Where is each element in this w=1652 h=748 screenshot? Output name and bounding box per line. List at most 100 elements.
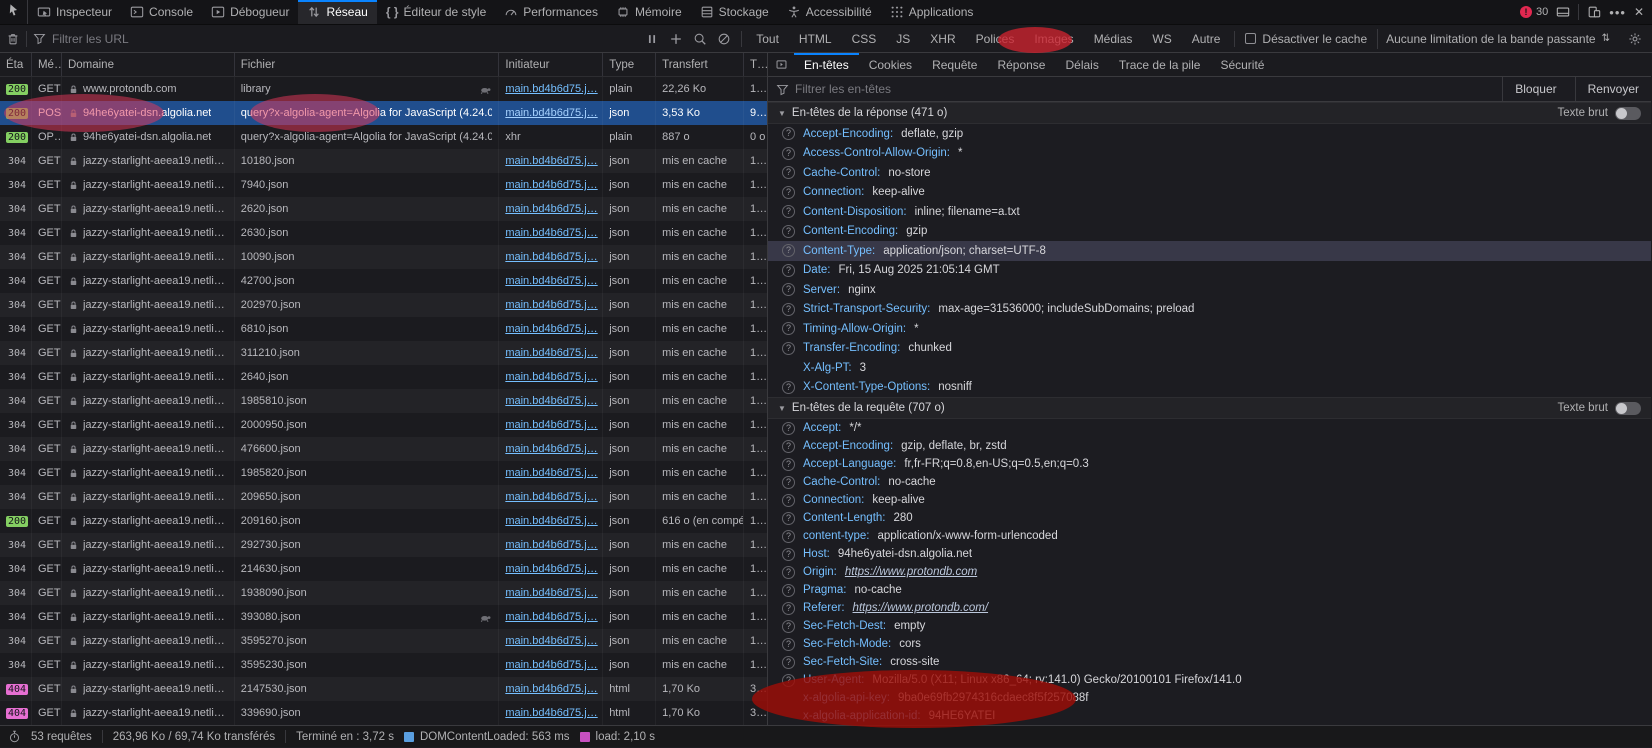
header-row-timing-allow-origin[interactable]: ? Timing-Allow-Origin: * (768, 319, 1651, 339)
sidebar-toggle-icon[interactable] (768, 53, 794, 76)
initiator-link[interactable]: main.bd4b6d75.j… (505, 587, 597, 599)
header-row-sec-fetch-site[interactable]: ? Sec-Fetch-Site: cross-site (768, 653, 1651, 671)
initiator-link[interactable]: main.bd4b6d75.j… (505, 371, 597, 383)
request-row[interactable]: 304 GET jazzy-starlight-aeea19.netli… 26… (0, 365, 767, 389)
question-mark-icon[interactable]: ? (782, 322, 795, 335)
header-row-x-algolia-application-id[interactable]: x-algolia-application-id: 94HE6YATEI (768, 707, 1651, 725)
header-row-server[interactable]: ? Server: nginx (768, 280, 1651, 300)
details-tab-requete[interactable]: Requête (922, 53, 987, 76)
details-tab-cookies[interactable]: Cookies (859, 53, 922, 76)
request-row[interactable]: 304 GET jazzy-starlight-aeea19.netli… 26… (0, 197, 767, 221)
initiator-link[interactable]: main.bd4b6d75.j… (505, 467, 597, 479)
initiator-link[interactable]: main.bd4b6d75.j… (505, 155, 597, 167)
question-mark-icon[interactable]: ? (782, 440, 795, 453)
initiator-link[interactable]: main.bd4b6d75.j… (505, 659, 597, 671)
request-row[interactable]: 304 GET jazzy-starlight-aeea19.netli… 10… (0, 245, 767, 269)
request-row[interactable]: 304 GET jazzy-starlight-aeea19.netli… 79… (0, 173, 767, 197)
request-row[interactable]: 304 GET jazzy-starlight-aeea19.netli… 19… (0, 581, 767, 605)
tool-tab-editeur-de-style[interactable]: { } Éditeur de style (377, 0, 495, 24)
request-row[interactable]: 304 GET jazzy-starlight-aeea19.netli… 31… (0, 341, 767, 365)
request-row[interactable]: 304 GET jazzy-starlight-aeea19.netli… 21… (0, 557, 767, 581)
request-row[interactable]: 304 GET jazzy-starlight-aeea19.netli… 19… (0, 461, 767, 485)
clear-requests-icon[interactable] (6, 32, 20, 46)
close-devtools-icon[interactable]: ✕ (1634, 5, 1644, 19)
type-filter-polices[interactable]: Polices (972, 30, 1019, 48)
type-filter-ws[interactable]: WS (1148, 30, 1175, 48)
details-tab-trace-de-la-pile[interactable]: Trace de la pile (1109, 53, 1211, 76)
initiator-link[interactable]: main.bd4b6d75.j… (505, 395, 597, 407)
throttling-select[interactable]: Aucune limitation de la bande passante ⇅ (1377, 29, 1618, 49)
tool-tab-inspecteur[interactable]: Inspecteur (28, 0, 121, 24)
request-row[interactable]: 304 GET jazzy-starlight-aeea19.netli… 35… (0, 653, 767, 677)
question-mark-icon[interactable]: ? (782, 602, 795, 615)
request-headers-section-header[interactable]: ▼ En-têtes de la requête (707 o) Texte b… (768, 397, 1651, 419)
initiator-link[interactable]: main.bd4b6d75.j… (505, 275, 597, 287)
initiator-link[interactable]: main.bd4b6d75.j… (505, 611, 597, 623)
header-value[interactable]: https://www.protondb.com/ (853, 602, 989, 614)
header-row-x-algolia-api-key[interactable]: x-algolia-api-key: 9ba0e69fb2974316cdaec… (768, 689, 1651, 707)
request-row[interactable]: 304 GET jazzy-starlight-aeea19.netli… 42… (0, 269, 767, 293)
question-mark-icon[interactable]: ? (782, 225, 795, 238)
header-row-content-encoding[interactable]: ? Content-Encoding: gzip (768, 222, 1651, 242)
details-tab-delais[interactable]: Délais (1055, 53, 1108, 76)
question-mark-icon[interactable]: ? (782, 147, 795, 160)
header-row-content-type[interactable]: ? content-type: application/x-www-form-u… (768, 527, 1651, 545)
header-row-cache-control[interactable]: ? Cache-Control: no-store (768, 163, 1651, 183)
pause-traffic-icon[interactable] (645, 32, 659, 46)
headers-filter-input[interactable] (795, 82, 1496, 96)
header-row-host[interactable]: ? Host: 94he6yatei-dsn.algolia.net (768, 545, 1651, 563)
question-mark-icon[interactable]: ? (782, 244, 795, 257)
header-row-referer[interactable]: ? Referer: https://www.protondb.com/ (768, 599, 1651, 617)
question-mark-icon[interactable]: ? (782, 656, 795, 669)
question-mark-icon[interactable]: ? (782, 205, 795, 218)
tool-tab-console[interactable]: Console (121, 0, 202, 24)
request-row[interactable]: 304 GET jazzy-starlight-aeea19.netli… 68… (0, 317, 767, 341)
request-row[interactable]: 200 GET www.protondb.com library main.bd… (0, 77, 767, 101)
initiator-link[interactable]: main.bd4b6d75.j… (505, 515, 597, 527)
question-mark-icon[interactable]: ? (782, 512, 795, 525)
question-mark-icon[interactable]: ? (782, 342, 795, 355)
question-mark-icon[interactable]: ? (782, 476, 795, 489)
header-row-x-alg-pt[interactable]: X-Alg-PT: 3 (768, 358, 1651, 378)
column-header-0[interactable]: Éta (0, 53, 32, 76)
response-headers-section-header[interactable]: ▼ En-têtes de la réponse (471 o) Texte b… (768, 102, 1651, 124)
header-row-cache-control[interactable]: ? Cache-Control: no-cache (768, 473, 1651, 491)
initiator-link[interactable]: main.bd4b6d75.j… (505, 179, 597, 191)
type-filter-medias[interactable]: Médias (1090, 30, 1137, 48)
question-mark-icon[interactable]: ? (782, 620, 795, 633)
header-row-origin[interactable]: ? Origin: https://www.protondb.com (768, 563, 1651, 581)
initiator-link[interactable]: main.bd4b6d75.j… (505, 443, 597, 455)
question-mark-icon[interactable]: ? (782, 674, 795, 687)
header-row-accept-language[interactable]: ? Accept-Language: fr,fr-FR;q=0.8,en-US;… (768, 455, 1651, 473)
tool-tab-performances[interactable]: Performances (495, 0, 607, 24)
initiator-link[interactable]: main.bd4b6d75.j… (505, 419, 597, 431)
network-settings-gear-icon[interactable] (1628, 32, 1642, 46)
question-mark-icon[interactable]: ? (782, 264, 795, 277)
tool-tab-reseau[interactable]: Réseau (298, 0, 376, 24)
header-row-accept-encoding[interactable]: ? Accept-Encoding: deflate, gzip (768, 124, 1651, 144)
request-row[interactable]: 304 GET jazzy-starlight-aeea19.netli… 20… (0, 485, 767, 509)
initiator-link[interactable]: main.bd4b6d75.j… (505, 683, 597, 695)
column-header-1[interactable]: Mé… (32, 53, 62, 76)
initiator-link[interactable]: main.bd4b6d75.j… (505, 491, 597, 503)
tool-tab-debogueur[interactable]: Débogueur (202, 0, 298, 24)
tool-tab-applications[interactable]: Applications (881, 0, 983, 24)
question-mark-icon[interactable]: ? (782, 530, 795, 543)
initiator-link[interactable]: main.bd4b6d75.j… (505, 707, 597, 719)
search-icon[interactable] (693, 32, 707, 46)
raw-toggle-switch[interactable] (1615, 107, 1641, 120)
type-filter-html[interactable]: HTML (795, 30, 836, 48)
question-mark-icon[interactable]: ? (782, 381, 795, 394)
question-mark-icon[interactable]: ? (782, 422, 795, 435)
question-mark-icon[interactable]: ? (782, 566, 795, 579)
header-row-sec-fetch-dest[interactable]: ? Sec-Fetch-Dest: empty (768, 617, 1651, 635)
type-filter-css[interactable]: CSS (848, 30, 881, 48)
request-row[interactable]: 404 GET jazzy-starlight-aeea19.netli… 33… (0, 701, 767, 725)
question-mark-icon[interactable]: ? (782, 638, 795, 651)
type-filter-autre[interactable]: Autre (1188, 30, 1225, 48)
header-row-accept[interactable]: ? Accept: */* (768, 419, 1651, 437)
column-header-3[interactable]: Fichier (235, 53, 500, 76)
question-mark-icon[interactable]: ? (782, 283, 795, 296)
header-row-transfer-encoding[interactable]: ? Transfer-Encoding: chunked (768, 339, 1651, 359)
column-header-6[interactable]: Transfert (656, 53, 744, 76)
